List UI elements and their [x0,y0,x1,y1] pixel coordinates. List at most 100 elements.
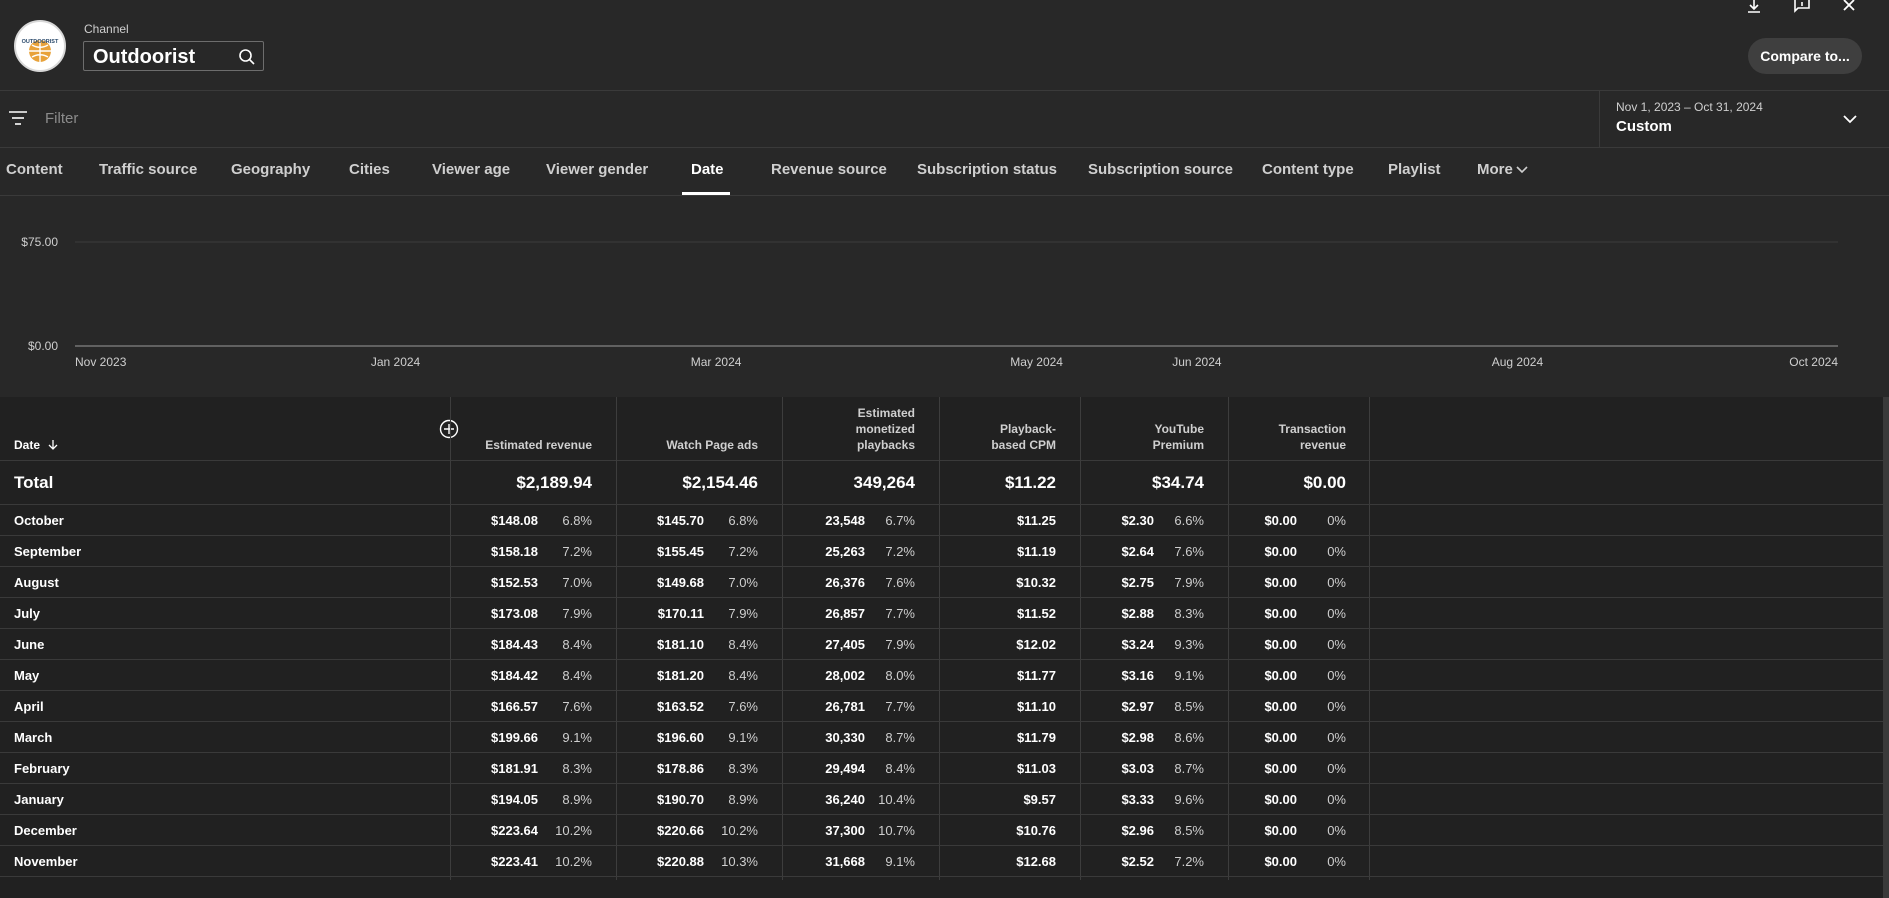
row-monetized-playbacks: 37,300 [825,823,865,838]
row-cpm: $11.77 [1016,668,1056,683]
tab-traffic-source[interactable]: Traffic source [99,161,197,178]
table-row[interactable]: June $184.43 8.4% $181.10 8.4% 27,405 7.… [0,629,1889,660]
row-month: April [14,699,44,714]
row-monetized-playbacks-pct: 7.2% [885,544,915,559]
tab-cities[interactable]: Cities [349,161,390,178]
tab-more[interactable]: More [1477,161,1513,178]
row-estimated-revenue: $152.53 [491,575,538,590]
row-estimated-revenue: $194.05 [491,792,538,807]
row-watch-page-ads-pct: 7.2% [728,544,758,559]
add-column-icon[interactable] [439,419,459,439]
row-transaction-revenue: $0.00 [1264,761,1297,776]
table-row[interactable]: December $223.64 10.2% $220.66 10.2% 37,… [0,815,1889,846]
close-icon[interactable] [1838,0,1862,14]
row-monetized-playbacks: 23,548 [825,513,865,528]
tab-viewer-age[interactable]: Viewer age [432,161,510,178]
chevron-down-icon[interactable] [1515,163,1529,177]
row-transaction-revenue-pct: 0% [1327,823,1346,838]
row-transaction-revenue: $0.00 [1264,575,1297,590]
row-watch-page-ads-pct: 7.6% [728,699,758,714]
column-header-cpm[interactable]: Playback-based CPM [984,421,1056,453]
table-row[interactable]: February $181.91 8.3% $178.86 8.3% 29,49… [0,753,1889,784]
header: OUTDOORIST Channel Outdoorist Compare to… [0,0,1889,91]
channel-avatar[interactable]: OUTDOORIST [14,20,66,72]
row-transaction-revenue: $0.00 [1264,668,1297,683]
row-estimated-revenue: $181.91 [491,761,538,776]
tab-playlist[interactable]: Playlist [1388,161,1441,178]
row-youtube-premium: $2.96 [1121,823,1154,838]
row-monetized-playbacks: 26,376 [825,575,865,590]
sort-arrow-icon[interactable] [47,439,59,451]
row-watch-page-ads-pct: 6.8% [728,513,758,528]
tab-subscription-status[interactable]: Subscription status [917,161,1057,178]
row-transaction-revenue: $0.00 [1264,606,1297,621]
total-transaction-revenue: $0.00 [1303,473,1346,492]
row-monetized-playbacks: 36,240 [825,792,865,807]
row-youtube-premium: $2.98 [1121,730,1154,745]
table-row[interactable]: March $199.66 9.1% $196.60 9.1% 30,330 8… [0,722,1889,753]
row-month: July [14,606,41,621]
column-header-monetized-playbacks[interactable]: Estimated monetized playbacks [835,405,915,453]
download-icon[interactable] [1742,0,1766,14]
tab-content-type[interactable]: Content type [1262,161,1354,178]
row-cpm: $10.32 [1016,575,1056,590]
channel-selector[interactable]: Outdoorist [83,41,264,71]
row-monetized-playbacks: 26,857 [825,606,865,621]
x-tick-label: Mar 2024 [691,355,742,369]
column-header-youtube-premium[interactable]: YouTube Premium [1144,421,1204,453]
total-row: Total $2,189.94 $2,154.46 349,264 $11.22… [0,461,1889,505]
row-watch-page-ads: $190.70 [657,792,704,807]
tab-subscription-source[interactable]: Subscription source [1088,161,1233,178]
column-header-watch-page-ads[interactable]: Watch Page ads [628,437,758,453]
x-tick-label: Jun 2024 [1172,355,1222,369]
tab-geography[interactable]: Geography [231,161,310,178]
table-row[interactable]: October $148.08 6.8% $145.70 6.8% 23,548… [0,505,1889,536]
column-header-estimated-revenue[interactable]: Estimated revenue [452,437,592,453]
row-transaction-revenue: $0.00 [1264,823,1297,838]
row-youtube-premium-pct: 9.6% [1174,792,1204,807]
table-row[interactable]: November $223.41 10.2% $220.88 10.3% 31,… [0,846,1889,877]
x-tick-label: Jan 2024 [371,355,421,369]
table-row[interactable]: August $152.53 7.0% $149.68 7.0% 26,376 … [0,567,1889,598]
search-icon[interactable] [238,48,256,66]
filter-icon[interactable] [8,109,28,127]
total-cpm: $11.22 [1004,473,1056,492]
row-youtube-premium-pct: 7.2% [1174,854,1204,869]
tab-viewer-gender[interactable]: Viewer gender [546,161,648,178]
row-youtube-premium-pct: 8.7% [1174,761,1204,776]
column-header-date[interactable]: Date [14,437,40,453]
row-monetized-playbacks: 30,330 [825,730,865,745]
row-transaction-revenue: $0.00 [1264,637,1297,652]
table-row[interactable]: July $173.08 7.9% $170.11 7.9% 26,857 7.… [0,598,1889,629]
column-header-transaction-revenue[interactable]: Transaction revenue [1266,421,1346,453]
row-youtube-premium-pct: 8.5% [1174,823,1204,838]
row-watch-page-ads: $220.88 [657,854,704,869]
row-month: September [14,544,82,559]
row-youtube-premium: $2.30 [1121,513,1154,528]
row-estimated-revenue: $199.66 [491,730,538,745]
row-watch-page-ads: $178.86 [657,761,704,776]
row-youtube-premium-pct: 9.1% [1174,668,1204,683]
feedback-icon[interactable] [1790,0,1814,14]
table-row[interactable]: April $166.57 7.6% $163.52 7.6% 26,781 7… [0,691,1889,722]
tab-content[interactable]: Content [6,161,63,178]
chevron-down-icon [1843,115,1857,124]
row-cpm: $10.76 [1016,823,1056,838]
table-row[interactable]: September $158.18 7.2% $155.45 7.2% 25,2… [0,536,1889,567]
tab-date[interactable]: Date [691,161,724,178]
row-estimated-revenue-pct: 8.3% [562,761,592,776]
filter-input[interactable]: Filter [45,110,78,127]
row-transaction-revenue-pct: 0% [1327,668,1346,683]
compare-button[interactable]: Compare to... [1748,38,1862,74]
tab-revenue-source[interactable]: Revenue source [771,161,887,178]
table-scrollbar[interactable] [1883,397,1889,898]
row-month: November [14,854,78,869]
row-estimated-revenue: $223.64 [491,823,538,838]
row-cpm: $9.57 [1023,792,1056,807]
table-row[interactable]: January $194.05 8.9% $190.70 8.9% 36,240… [0,784,1889,815]
row-transaction-revenue-pct: 0% [1327,637,1346,652]
table-row[interactable]: May $184.42 8.4% $181.20 8.4% 28,002 8.0… [0,660,1889,691]
row-transaction-revenue-pct: 0% [1327,513,1346,528]
total-youtube-premium: $34.74 [1152,473,1204,492]
date-range-selector[interactable]: Nov 1, 2023 – Oct 31, 2024 Custom [1599,91,1889,147]
